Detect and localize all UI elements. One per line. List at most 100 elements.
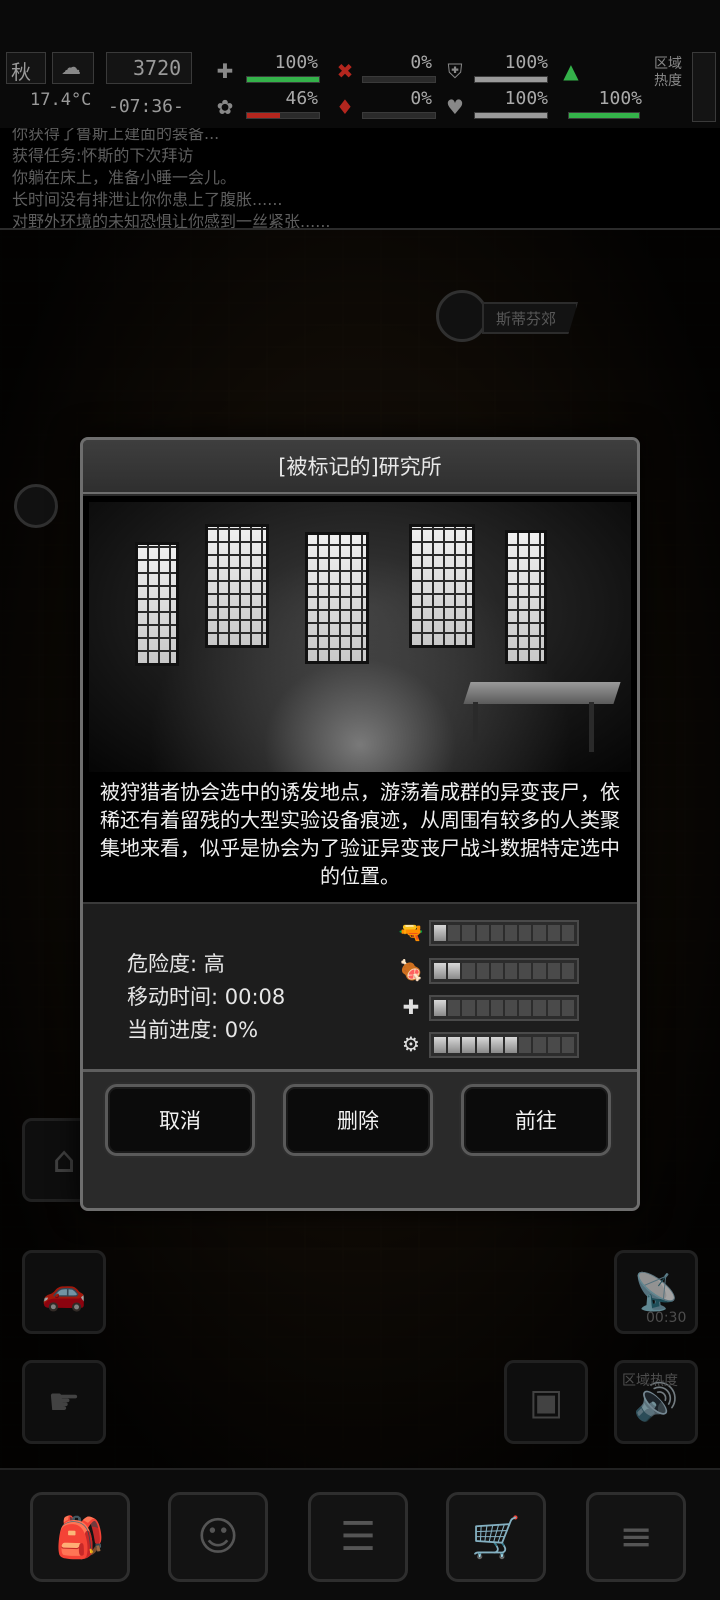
resource-segment — [448, 925, 461, 941]
scene-table — [463, 682, 621, 704]
resource-segment — [476, 1037, 489, 1053]
cart-icon: 🛒 — [471, 1514, 521, 1561]
location-dialog: [被标记的]研究所 被狩猎者协会选中的诱发地点，游荡着成群的异变丧尸，依稀还有着… — [80, 437, 640, 1211]
wound-icon: ✖ — [336, 59, 354, 83]
backpack-icon: 🎒 — [55, 1514, 105, 1561]
resource-segment — [519, 1000, 532, 1016]
shop-button[interactable]: 🛒 — [446, 1492, 546, 1582]
resource-segment — [547, 963, 560, 979]
gears-icon: ⚙ — [402, 1032, 420, 1056]
parts-resource-bar — [429, 1032, 579, 1058]
resource-segment — [561, 963, 575, 979]
log-line: 对野外环境的未知恐惧让你感到一丝紧张...... — [12, 212, 331, 230]
brain-icon: ✿ — [216, 95, 234, 119]
armor-bar — [474, 76, 548, 83]
resource-segment — [462, 1000, 475, 1016]
resource-segment — [448, 963, 461, 979]
scene-window — [305, 532, 369, 664]
stamina-bar — [568, 112, 640, 119]
skills-button[interactable]: ☺ — [168, 1492, 268, 1582]
injury-value: 0% — [410, 52, 432, 73]
infection-value: 0% — [410, 88, 432, 109]
resource-segment — [561, 1000, 575, 1016]
medkit-icon: ✚ — [402, 995, 420, 1019]
location-description: 被狩猎者协会选中的诱发地点，游荡着成群的异变丧尸，依稀还有着留残的大型实验设备痕… — [100, 780, 620, 888]
cancel-button[interactable]: 取消 — [105, 1084, 255, 1156]
mood-value: 100% — [504, 88, 548, 109]
shield-icon: ⛨ — [447, 59, 463, 83]
scene-table-leg — [473, 702, 478, 742]
run-icon: ▲ — [563, 59, 579, 83]
resource-segment — [505, 963, 518, 979]
resource-segment — [547, 1037, 560, 1053]
infection-bar — [362, 112, 436, 119]
resource-segment — [519, 925, 532, 941]
resource-segment — [533, 925, 546, 941]
resource-segment — [505, 925, 518, 941]
resource-segment — [462, 963, 475, 979]
weather-badge: ☁ — [52, 52, 94, 84]
mood-bar — [474, 112, 548, 119]
notepad-icon: ☰ — [340, 1514, 376, 1560]
weapons-resource-bar — [429, 920, 579, 946]
medkit-icon: ✚ — [216, 59, 234, 83]
stamina-value: 100% — [598, 88, 642, 109]
resource-segment — [519, 1037, 532, 1053]
resource-segment — [490, 1037, 504, 1053]
log-line: 长时间没有排泄让你你患上了腹胀...... — [12, 190, 283, 209]
backpack-button[interactable]: 🎒 — [30, 1492, 130, 1582]
armor-value: 100% — [504, 52, 548, 73]
resource-segment — [533, 963, 546, 979]
resource-segment — [462, 1037, 475, 1053]
progress: 当前进度: 0% — [127, 1018, 259, 1042]
health-value: 100% — [274, 52, 318, 73]
log-line: 获得任务:怀斯的下次拜访 — [12, 146, 194, 165]
season-badge: 秋 — [6, 52, 46, 84]
resource-segment — [533, 1037, 546, 1053]
dialog-actions: 取消 删除 前往 — [83, 1075, 637, 1208]
cloud-icon: ☁ — [61, 55, 81, 79]
day-counter: 3720 — [106, 52, 192, 84]
go-button[interactable]: 前往 — [461, 1084, 611, 1156]
location-image — [89, 502, 631, 772]
resource-segment — [476, 963, 489, 979]
health-bar — [246, 76, 320, 83]
resource-segment — [448, 1000, 461, 1016]
scene-window — [409, 524, 475, 648]
stomach-value: 46% — [285, 88, 318, 109]
clock: -07:36- — [108, 96, 184, 117]
bottom-nav: 🎒 ☺ ☰ 🛒 ≡ — [0, 1468, 720, 1600]
dialog-title: [被标记的]研究所 — [83, 440, 637, 494]
resource-segment — [505, 1037, 518, 1053]
menu-button[interactable]: ≡ — [586, 1492, 686, 1582]
resource-segment — [462, 925, 475, 941]
resource-segment — [547, 925, 560, 941]
brain-head-icon: ☺ — [197, 1514, 239, 1560]
resource-segment — [547, 1000, 560, 1016]
resource-segment — [448, 1037, 461, 1053]
resource-segment — [490, 1000, 504, 1016]
travel-time: 移动时间: 00:08 — [127, 985, 286, 1009]
blood-drop-icon: ♦ — [336, 95, 354, 119]
resource-segment — [490, 963, 504, 979]
resource-segment — [434, 1000, 447, 1016]
scene-window — [505, 530, 547, 664]
message-log[interactable]: 你获得了鲁斯上建面的装备... 获得任务:怀斯的下次拜访 你躺在床上，准备小睡一… — [0, 128, 720, 230]
injury-bar — [362, 76, 436, 83]
delete-button[interactable]: 删除 — [283, 1084, 433, 1156]
location-stats: 危险度: 高 移动时间: 00:08 当前进度: 0% 🔫 🍖 ✚ ⚙ — [83, 902, 637, 1072]
menu-side-panel[interactable] — [692, 52, 716, 122]
resource-segment — [434, 963, 447, 979]
resource-segment — [533, 1000, 546, 1016]
resource-segment — [505, 1000, 518, 1016]
resource-segment — [519, 963, 532, 979]
menu-list-icon: ≡ — [619, 1514, 653, 1560]
tasks-button[interactable]: ☰ — [308, 1492, 408, 1582]
resource-segment — [434, 1037, 447, 1053]
stomach-bar — [246, 112, 320, 119]
meat-icon: 🍖 — [398, 958, 424, 982]
scene-window — [135, 542, 179, 666]
scene-window — [205, 524, 269, 648]
resource-segment — [490, 925, 504, 941]
status-hud: 秋 ☁ 17.4°C 3720 -07:36- ✚ 100% ✿ 46% ✖ 0… — [0, 0, 720, 128]
